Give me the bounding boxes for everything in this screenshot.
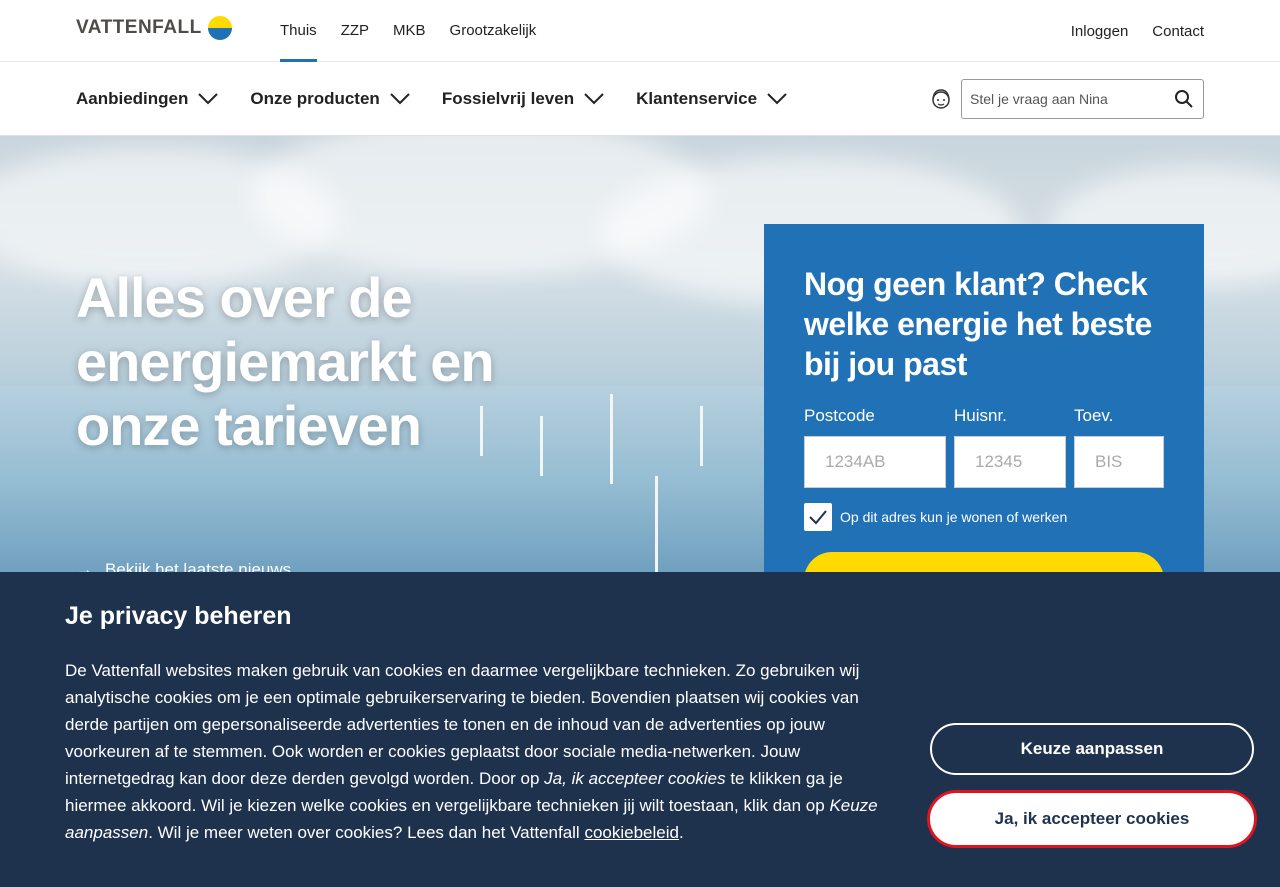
main-menu: Aanbiedingen Onze producten Fossielvrij … — [76, 62, 787, 136]
wind-turbine-icon — [700, 406, 703, 466]
postcode-input[interactable] — [804, 436, 946, 488]
wind-turbine-icon — [610, 394, 613, 484]
customize-cookies-button[interactable]: Keuze aanpassen — [930, 723, 1254, 775]
menu-label: Aanbiedingen — [76, 89, 189, 108]
cookie-text: De Vattenfall websites maken gebruik van… — [65, 657, 885, 846]
toev-input[interactable] — [1074, 436, 1164, 488]
menu-label: Onze producten — [250, 89, 380, 108]
address-checkbox-row: Op dit adres kun je wonen of werken — [804, 503, 1067, 531]
card-heading: Nog geen klant? Check welke energie het … — [804, 266, 1152, 382]
segment-nav: Thuis ZZP MKB Grootzakelijk — [280, 0, 536, 62]
check-icon — [809, 510, 827, 525]
toev-label: Toev. — [1074, 406, 1114, 425]
search-box — [961, 79, 1204, 119]
cookie-title: Je privacy beheren — [65, 602, 292, 630]
huisnr-group: Huisnr. — [954, 406, 1066, 488]
chevron-down-icon — [390, 93, 410, 105]
address-fields: Postcode Huisnr. Toev. — [804, 406, 1164, 488]
main-nav: Aanbiedingen Onze producten Fossielvrij … — [0, 62, 1280, 136]
huisnr-label: Huisnr. — [954, 406, 1007, 425]
logo-mark-icon — [207, 16, 232, 40]
arrow-right-icon: → — [76, 560, 93, 572]
menu-label: Fossielvrij leven — [441, 89, 575, 108]
submit-address-button[interactable] — [804, 552, 1164, 572]
postcode-group: Postcode — [804, 406, 946, 488]
search-input[interactable] — [962, 80, 1162, 118]
segment-tab-grootzakelijk[interactable]: Grootzakelijk — [450, 0, 537, 62]
nina-search — [929, 79, 1204, 119]
cookie-banner: Je privacy beheren De Vattenfall website… — [0, 572, 1280, 887]
segment-tab-thuis[interactable]: Thuis — [280, 0, 317, 62]
accept-cookies-button[interactable]: Ja, ik accepteer cookies — [930, 793, 1254, 845]
chevron-down-icon — [198, 93, 219, 105]
vattenfall-logo[interactable]: VATTENFALL — [76, 16, 232, 40]
news-link-label: Bekijk het laatste nieuws — [105, 560, 292, 572]
segment-tab-mkb[interactable]: MKB — [393, 0, 426, 62]
logo-text: VATTENFALL — [76, 17, 202, 38]
toev-group: Toev. — [1074, 406, 1164, 488]
address-check-card: Nog geen klant? Check welke energie het … — [764, 224, 1204, 572]
cookie-text-emphasis: Ja, ik accepteer cookies — [544, 769, 726, 788]
wind-turbine-icon — [540, 416, 543, 476]
cookie-policy-link[interactable]: cookiebeleid — [584, 823, 679, 842]
chevron-down-icon — [767, 93, 787, 105]
news-link[interactable]: → Bekijk het laatste nieuws — [76, 560, 291, 572]
chevron-down-icon — [584, 93, 604, 105]
contact-link[interactable]: Contact — [1152, 23, 1204, 40]
menu-fossielvrij-leven[interactable]: Fossielvrij leven — [442, 89, 604, 109]
address-checkbox[interactable] — [804, 503, 832, 531]
menu-aanbiedingen[interactable]: Aanbiedingen — [76, 89, 219, 109]
menu-label: Klantenservice — [636, 89, 758, 108]
huisnr-input[interactable] — [954, 436, 1066, 488]
login-link[interactable]: Inloggen — [1071, 23, 1129, 40]
utility-links: Inloggen Contact — [1071, 0, 1204, 62]
top-bar: VATTENFALL Thuis ZZP MKB Grootzakelijk I… — [0, 0, 1280, 62]
menu-onze-producten[interactable]: Onze producten — [250, 89, 410, 109]
postcode-label: Postcode — [804, 406, 875, 425]
hero-title: Alles over de energiemarkt en onze tarie… — [76, 266, 495, 457]
checkbox-label: Op dit adres kun je wonen of werken — [840, 509, 1068, 525]
nina-assistant-icon — [932, 89, 950, 109]
menu-klantenservice[interactable]: Klantenservice — [636, 89, 787, 109]
search-icon[interactable] — [1174, 89, 1194, 109]
cookie-text-part: . Wil je meer weten over cookies? Lees d… — [148, 823, 585, 842]
wind-turbine-icon — [655, 476, 658, 572]
segment-tab-zzp[interactable]: ZZP — [341, 0, 369, 62]
cookie-text-part: . — [678, 823, 684, 842]
